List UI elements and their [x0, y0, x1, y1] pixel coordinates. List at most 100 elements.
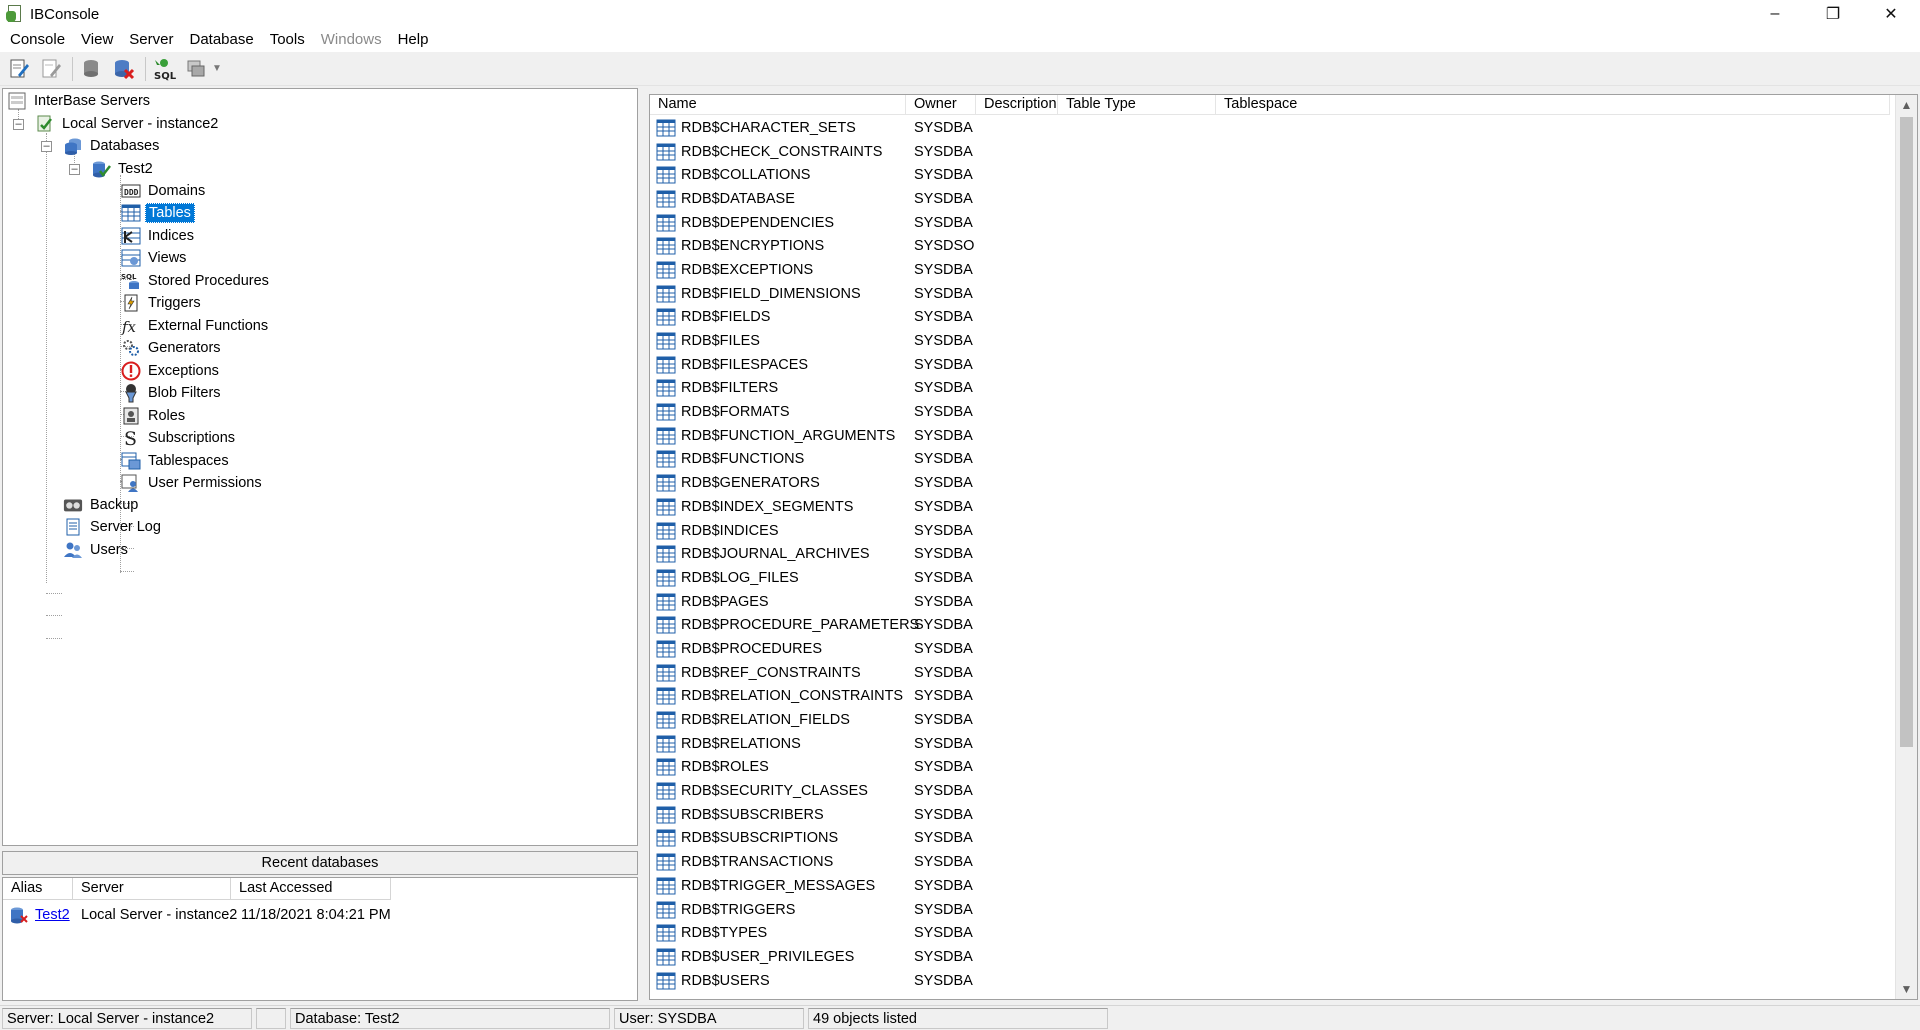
table-row[interactable]: RDB$TYPES SYSDBA — [650, 921, 1890, 945]
col-name[interactable]: Name — [650, 95, 906, 115]
minimize-button[interactable]: – — [1746, 0, 1804, 28]
collapse-databases-icon[interactable]: – — [41, 141, 52, 152]
table-row[interactable]: RDB$PROCEDURES SYSDBA — [650, 637, 1890, 661]
table-name: RDB$FILESPACES — [681, 356, 809, 373]
recent-col-alias[interactable]: Alias — [3, 878, 73, 900]
pane-splitter[interactable] — [638, 88, 648, 1004]
connect-database-icon[interactable] — [79, 56, 105, 82]
menu-server[interactable]: Server — [121, 28, 181, 52]
tree-node-indices[interactable]: Indices — [121, 226, 197, 246]
tree-node-user-permissions[interactable]: User Permissions — [121, 473, 265, 493]
table-row[interactable]: RDB$PROCEDURE_PARAMETERS SYSDBA — [650, 613, 1890, 637]
tree-node-stored-procedures[interactable]: SQL Stored Procedures — [121, 271, 272, 291]
table-row[interactable]: RDB$FIELDS SYSDBA — [650, 306, 1890, 330]
table-row[interactable]: RDB$EXCEPTIONS SYSDBA — [650, 258, 1890, 282]
table-row[interactable]: RDB$CHARACTER_SETS SYSDBA — [650, 116, 1890, 140]
tree-node-generators[interactable]: Generators — [121, 338, 224, 358]
tree-node-test2[interactable]: Test2 — [91, 159, 156, 179]
table-row[interactable]: RDB$GENERATORS SYSDBA — [650, 471, 1890, 495]
table-row[interactable]: RDB$FILESPACES SYSDBA — [650, 353, 1890, 377]
recent-col-server[interactable]: Server — [73, 878, 231, 900]
scroll-down-icon[interactable]: ▼ — [1896, 979, 1917, 999]
table-row[interactable]: RDB$CHECK_CONSTRAINTS SYSDBA — [650, 140, 1890, 164]
window-list-dropdown-icon[interactable]: ▼ — [212, 63, 222, 74]
table-row[interactable]: RDB$RELATIONS SYSDBA — [650, 732, 1890, 756]
collapse-server-icon[interactable]: – — [13, 119, 24, 130]
table-row[interactable]: RDB$ENCRYPTIONS SYSDSO — [650, 234, 1890, 258]
table-row[interactable]: RDB$RELATION_FIELDS SYSDBA — [650, 708, 1890, 732]
table-row[interactable]: RDB$FUNCTION_ARGUMENTS SYSDBA — [650, 424, 1890, 448]
table-row[interactable]: RDB$INDEX_SEGMENTS SYSDBA — [650, 495, 1890, 519]
tree-node-tables[interactable]: Tables — [121, 203, 195, 223]
table-row[interactable]: RDB$TRIGGERS SYSDBA — [650, 898, 1890, 922]
table-row[interactable]: RDB$SUBSCRIPTIONS SYSDBA — [650, 827, 1890, 851]
menu-view[interactable]: View — [73, 28, 121, 52]
tree-node-domains[interactable]: DDD Domains — [121, 181, 208, 201]
table-row[interactable]: RDB$SECURITY_CLASSES SYSDBA — [650, 779, 1890, 803]
table-icon — [656, 166, 681, 184]
col-table-type[interactable]: Table Type — [1058, 95, 1216, 115]
menu-help[interactable]: Help — [390, 28, 437, 52]
table-row[interactable]: RDB$LOG_FILES SYSDBA — [650, 566, 1890, 590]
table-row[interactable]: RDB$DATABASE SYSDBA — [650, 187, 1890, 211]
menu-database[interactable]: Database — [181, 28, 261, 52]
tree-node-tablespaces[interactable]: Tablespaces — [121, 451, 232, 471]
table-row[interactable]: RDB$USER_PRIVILEGES SYSDBA — [650, 945, 1890, 969]
table-row[interactable]: RDB$FUNCTIONS SYSDBA — [650, 448, 1890, 472]
window-title: IBConsole — [30, 5, 100, 23]
table-row[interactable]: RDB$INDICES SYSDBA — [650, 519, 1890, 543]
tree-node-users[interactable]: Users — [63, 540, 131, 560]
table-row[interactable]: RDB$TRIGGER_MESSAGES SYSDBA — [650, 874, 1890, 898]
tree-node-roles[interactable]: Roles — [121, 406, 188, 426]
table-row[interactable]: RDB$COLLATIONS SYSDBA — [650, 163, 1890, 187]
tree-node-blob-filters[interactable]: Blob Filters — [121, 383, 224, 403]
tree-node-server-log[interactable]: Server Log — [63, 517, 164, 537]
table-row[interactable]: RDB$SUBSCRIBERS SYSDBA — [650, 803, 1890, 827]
tree-node-external-functions[interactable]: fx External Functions — [121, 316, 271, 336]
tree-node-subscriptions[interactable]: S Subscriptions — [121, 428, 238, 448]
table-row[interactable]: RDB$FORMATS SYSDBA — [650, 400, 1890, 424]
menu-console[interactable]: Console — [2, 28, 73, 52]
tree-node-views[interactable]: Views — [121, 248, 189, 268]
table-row[interactable]: RDB$PAGES SYSDBA — [650, 590, 1890, 614]
col-owner[interactable]: Owner — [906, 95, 976, 115]
tree-node-local-server[interactable]: Local Server - instance2 — [35, 114, 221, 134]
scroll-up-icon[interactable]: ▲ — [1896, 95, 1917, 115]
unregister-server-icon[interactable] — [38, 56, 64, 82]
tree-node-backup[interactable]: Backup — [63, 495, 141, 515]
scroll-thumb[interactable] — [1900, 117, 1913, 747]
table-name-cell: RDB$DEPENDENCIES — [650, 214, 906, 232]
table-row[interactable]: RDB$TRANSACTIONS SYSDBA — [650, 850, 1890, 874]
interactive-sql-icon[interactable]: SQL — [152, 56, 178, 82]
disconnect-database-icon[interactable] — [111, 56, 137, 82]
recent-row[interactable]: Test2 Local Server - instance2 11/18/202… — [3, 904, 391, 926]
table-row[interactable]: RDB$ROLES SYSDBA — [650, 756, 1890, 780]
table-row[interactable]: RDB$FIELD_DIMENSIONS SYSDBA — [650, 282, 1890, 306]
svg-text:SQL: SQL — [154, 71, 177, 81]
close-button[interactable]: ✕ — [1862, 0, 1920, 28]
tree-node-interbase-servers[interactable]: InterBase Servers — [7, 91, 153, 111]
menu-tools[interactable]: Tools — [262, 28, 313, 52]
tree-node-exceptions[interactable]: Exceptions — [121, 361, 222, 381]
collapse-test2-icon[interactable]: – — [69, 164, 80, 175]
table-row[interactable]: RDB$JOURNAL_ARCHIVES SYSDBA — [650, 542, 1890, 566]
table-row[interactable]: RDB$FILES SYSDBA — [650, 329, 1890, 353]
register-server-icon[interactable] — [6, 56, 32, 82]
tree-node-triggers[interactable]: Triggers — [121, 293, 204, 313]
tree-node-databases[interactable]: Databases — [63, 136, 162, 156]
recent-alias-link[interactable]: Test2 — [35, 907, 81, 923]
list-scrollbar[interactable]: ▲ ▼ — [1895, 95, 1917, 999]
table-name: RDB$COLLATIONS — [681, 167, 811, 184]
menu-windows[interactable]: Windows — [313, 28, 390, 52]
table-row[interactable]: RDB$USERS SYSDBA — [650, 969, 1890, 993]
window-list-icon[interactable] — [184, 56, 210, 82]
table-row[interactable]: RDB$DEPENDENCIES SYSDBA — [650, 211, 1890, 235]
col-description[interactable]: Description — [976, 95, 1058, 115]
table-row[interactable]: RDB$RELATION_CONSTRAINTS SYSDBA — [650, 685, 1890, 709]
restore-button[interactable]: ❐ — [1804, 0, 1862, 28]
col-tablespace[interactable]: Tablespace — [1216, 95, 1890, 115]
table-row[interactable]: RDB$REF_CONSTRAINTS SYSDBA — [650, 661, 1890, 685]
table-row[interactable]: RDB$FILTERS SYSDBA — [650, 377, 1890, 401]
table-name: RDB$PAGES — [681, 593, 769, 610]
recent-col-last-accessed[interactable]: Last Accessed — [231, 878, 391, 900]
